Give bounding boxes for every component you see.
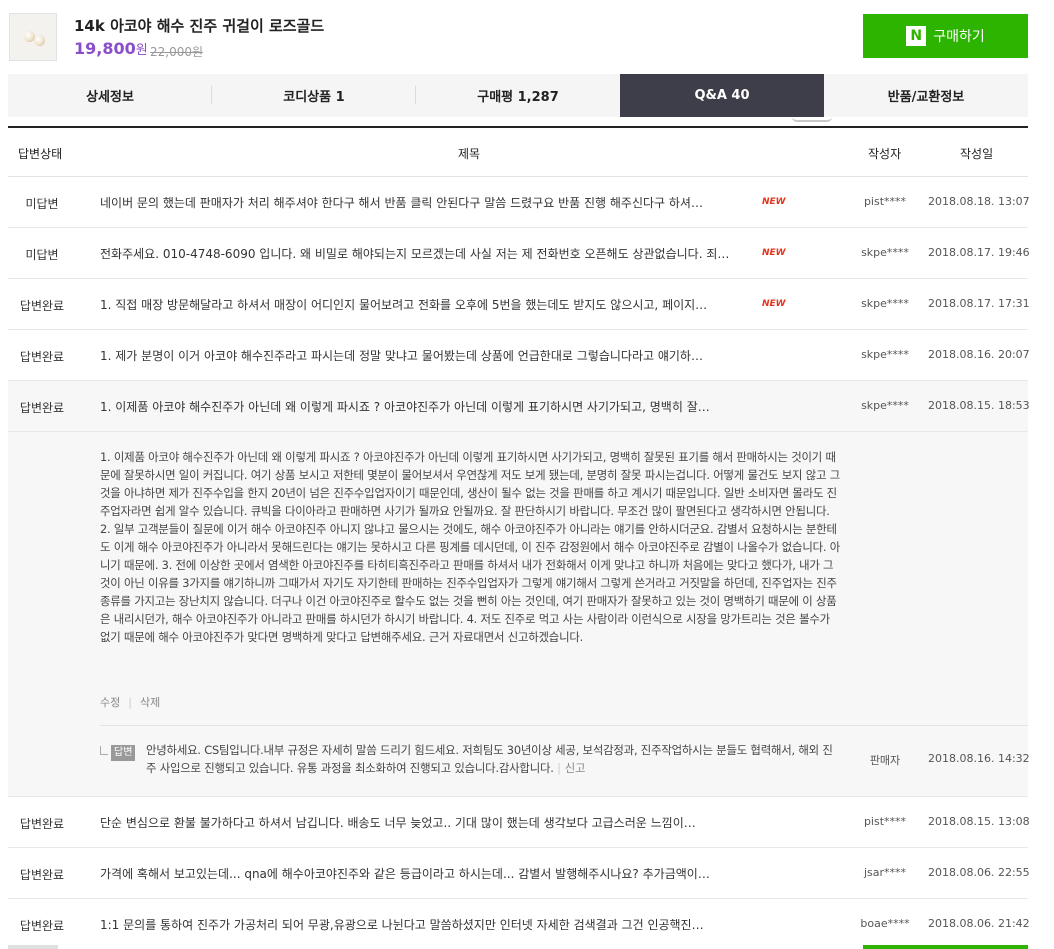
delete-link[interactable]: 삭제 (140, 696, 160, 709)
price-value: 19,800 (74, 39, 136, 58)
date: 2018.08.15. 13:08 (928, 815, 1030, 828)
tab-qna[interactable]: Q&A 40 (620, 74, 824, 117)
question-title[interactable]: 1. 이제품 아코야 해수진주가 아닌데 왜 이렇게 파시죠 ? 아코야진주가 … (100, 398, 760, 415)
answer-status: 미답변 (25, 197, 59, 211)
table-row-expanded[interactable]: 답변완료 1. 이제품 아코야 해수진주가 아닌데 왜 이렇게 파시죠 ? 아코… (8, 381, 1030, 432)
author: skpe**** (861, 246, 909, 259)
date: 2018.08.15. 18:53 (928, 399, 1030, 412)
question-title[interactable]: 전화주세요. 010-4748-6090 입니다. 왜 비밀로 해야되는지 모르… (100, 245, 760, 262)
author: skpe**** (861, 399, 909, 412)
table-row[interactable]: 미답변 네이버 문의 했는데 판매자가 처리 해주셔야 한다구 해서 반품 클릭… (8, 177, 1030, 228)
divider (100, 725, 1028, 726)
question-title[interactable]: 1:1 문의를 통하여 진주가 가공처리 되어 무광,유광으로 나뉜다고 말씀하… (100, 916, 760, 933)
tab-detail[interactable]: 상세정보 (8, 74, 212, 117)
tab-return-info[interactable]: 반품/교환정보 (824, 74, 1028, 117)
question-title[interactable]: 가격에 혹해서 보고있는데... qna에 해수아코야진주와 같은 등급이라고 … (100, 865, 760, 882)
product-header: 14k 아코야 해수 진주 귀걸이 로즈골드 19,800원 22,000원 N… (0, 0, 1054, 73)
question-actions: 수정 | 삭제 (100, 694, 160, 710)
price-unit: 원 (135, 43, 148, 58)
answer-status: 답변완료 (19, 299, 65, 313)
question-title[interactable]: 1. 제가 분명이 이거 아코야 해수진주라고 파시는데 정말 맞냐고 물어봤는… (100, 347, 760, 364)
answer-status: 답변완료 (19, 817, 65, 831)
answer-status: 답변완료 (19, 401, 65, 415)
table-row[interactable]: 미답변 전화주세요. 010-4748-6090 입니다. 왜 비밀로 해야되는… (8, 228, 1030, 279)
tab-reviews[interactable]: 구매평 1,287 (416, 74, 620, 117)
author: boae**** (860, 917, 910, 930)
answer-status: 답변완료 (19, 919, 65, 933)
table-row[interactable]: 답변완료 가격에 혹해서 보고있는데... qna에 해수아코야진주와 같은 등… (8, 848, 1030, 899)
answer-text: 안녕하세요. CS팀입니다.내부 규정은 자세히 말씀 드리기 힘드세요. 저희… (146, 743, 833, 775)
question-title[interactable]: 1. 직접 매장 방문해달라고 하셔서 매장이 어디인지 물어보려고 전화를 오… (100, 296, 760, 313)
question-title[interactable]: 단순 변심으로 환불 불가하다고 하셔서 남깁니다. 배송도 너무 늦었고.. … (100, 814, 760, 831)
tab-label: 코디상품 1 (283, 90, 345, 105)
date: 2018.08.17. 19:46 (928, 246, 1030, 259)
author: skpe**** (861, 348, 909, 361)
original-price: 22,000원 (150, 45, 204, 59)
action-separator: | (557, 761, 561, 775)
date: 2018.08.06. 21:42 (928, 917, 1030, 930)
header-status: 답변상태 (18, 147, 63, 161)
product-tabs: 상세정보 코디상품 1 구매평 1,287 Q&A 40 반품/교환정보 (8, 74, 1028, 117)
buy-button-label: 구매하기 (933, 29, 985, 45)
author: skpe**** (861, 297, 909, 310)
new-badge: NEW (762, 197, 786, 207)
new-badge: NEW (762, 248, 786, 258)
tab-label: Q&A 40 (694, 88, 750, 103)
write-question-button-edge[interactable] (863, 945, 1028, 949)
author: pist**** (863, 815, 907, 828)
tab-coordi[interactable]: 코디상품 1 (212, 74, 416, 117)
naver-pay-icon: N (906, 26, 927, 46)
answer-status: 답변완료 (19, 350, 65, 364)
action-separator: | (128, 696, 132, 709)
header-author: 작성자 (868, 147, 902, 161)
pearl-earring-image (34, 35, 45, 46)
question-title[interactable]: 네이버 문의 했는데 판매자가 처리 해주셔야 한다구 해서 반품 클릭 안된다… (100, 194, 760, 211)
date: 2018.08.17. 17:31 (928, 297, 1030, 310)
table-row[interactable]: 답변완료 1. 직접 매장 방문해달라고 하셔서 매장이 어디인지 물어보려고 … (8, 279, 1030, 330)
question-body: 1. 이제품 아코야 해수진주가 아닌데 왜 이렇게 파시죠 ? 아코야진주가 … (100, 450, 840, 644)
tab-label: 반품/교환정보 (887, 90, 965, 105)
header-date: 작성일 (960, 147, 994, 161)
buy-button[interactable]: N 구매하기 (863, 14, 1028, 58)
qna-table: 답변상태 제목 작성자 작성일 미답변 네이버 문의 했는데 판매자가 처리 해… (8, 126, 1030, 949)
tab-label: 상세정보 (86, 90, 134, 105)
answer-badge: 답변 (111, 745, 136, 761)
question-detail: 1. 이제품 아코야 해수진주가 아닌데 왜 이렇게 파시죠 ? 아코야진주가 … (8, 432, 1030, 797)
edit-link[interactable]: 수정 (100, 696, 120, 709)
reply-arrow-icon (100, 746, 108, 755)
pagination-edge (8, 945, 58, 949)
tab-indicator (792, 117, 832, 122)
table-row[interactable]: 답변완료 단순 변심으로 환불 불가하다고 하셔서 남깁니다. 배송도 너무 늦… (8, 797, 1030, 848)
author: jsar**** (863, 866, 907, 879)
report-link[interactable]: 신고 (565, 761, 586, 775)
answer-status: 미답변 (25, 248, 59, 262)
product-thumbnail[interactable] (9, 13, 57, 61)
product-price: 19,800원 (74, 39, 148, 58)
date: 2018.08.16. 20:07 (928, 348, 1030, 361)
new-badge: NEW (762, 299, 786, 309)
product-title: 14k 아코야 해수 진주 귀걸이 로즈골드 (74, 17, 325, 35)
tab-label: 구매평 1,287 (477, 90, 559, 105)
table-row[interactable]: 답변완료 1:1 문의를 통하여 진주가 가공처리 되어 무광,유광으로 나뉜다… (8, 899, 1030, 949)
author: pist**** (863, 195, 907, 208)
answer-date: 2018.08.16. 14:32 (928, 752, 1030, 765)
answer-author: 판매자 (869, 754, 901, 767)
header-title: 제목 (458, 147, 481, 161)
date: 2018.08.18. 13:07 (928, 195, 1030, 208)
table-header: 답변상태 제목 작성자 작성일 (8, 128, 1028, 177)
answer-text-block: 안녕하세요. CS팀입니다.내부 규정은 자세히 말씀 드리기 힘드세요. 저희… (146, 741, 840, 777)
date: 2018.08.06. 22:55 (928, 866, 1030, 879)
answer-status: 답변완료 (19, 868, 65, 882)
table-row[interactable]: 답변완료 1. 제가 분명이 이거 아코야 해수진주라고 파시는데 정말 맞냐고… (8, 330, 1030, 381)
